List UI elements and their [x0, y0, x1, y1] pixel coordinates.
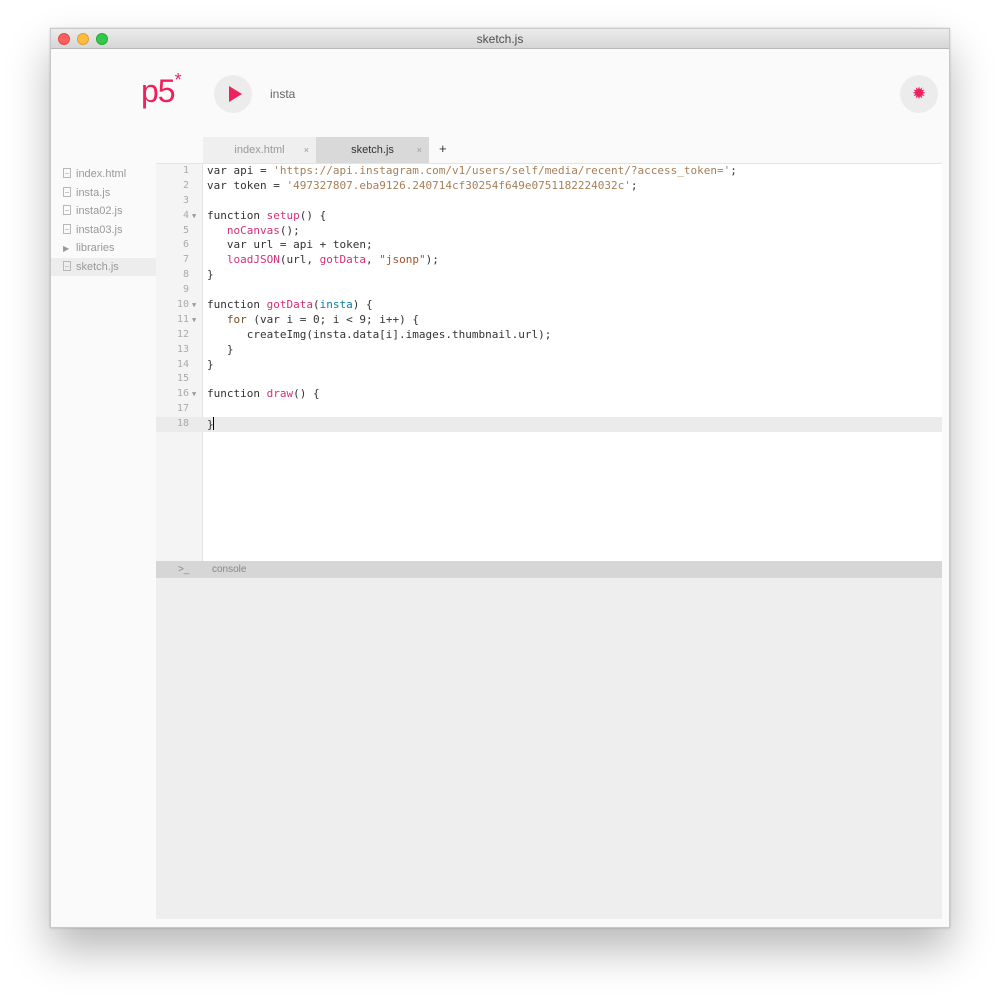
window-title: sketch.js [476, 32, 524, 46]
code-line[interactable]: 16 ▼ function draw() { [156, 387, 942, 402]
code-text: } [207, 268, 214, 282]
tab-close-icon[interactable]: × [417, 137, 422, 163]
code-text: var token = '497327807.eba9126.240714cf3… [207, 178, 638, 192]
tab-label: sketch.js [351, 144, 394, 156]
code-line[interactable]: 1 var api = 'https://api.instagram.com/v1… [156, 164, 942, 179]
gear-icon: ✹ [911, 84, 927, 103]
p5-logo: p5* [141, 70, 182, 110]
file-icon [63, 260, 71, 271]
fold-arrow-icon[interactable]: ▼ [192, 298, 196, 313]
sidebar-item-sketch-js[interactable]: sketch.js [51, 257, 156, 276]
sidebar-item-index-html[interactable]: index.html [51, 165, 156, 184]
code-line[interactable]: 12 createImg(insta.data[i].images.thumbn… [156, 328, 942, 343]
code-text: } [207, 357, 214, 371]
line-number: 5 [182, 224, 189, 236]
tab-label: index.html [234, 144, 285, 156]
line-number: 2 [182, 179, 189, 191]
line-number: 13 [176, 343, 189, 355]
text-cursor [212, 417, 214, 431]
line-number: 17 [176, 403, 189, 415]
app-window: sketch.js p5* insta ✹ index.html × sketc… [50, 28, 950, 928]
code-text: noCanvas(); [226, 223, 300, 237]
code-text: createImg(insta.data[i].images.thumbnail… [207, 327, 552, 341]
code-line[interactable]: 14} [156, 358, 942, 373]
console-prompt-icon: >_ [178, 564, 190, 575]
line-number: 6 [182, 239, 189, 251]
line-number: 14 [176, 358, 189, 370]
sidebar-item-label: insta03.js [76, 223, 123, 236]
tab-sketch-js[interactable]: sketch.js × [316, 137, 429, 163]
sidebar-item-label: insta.js [76, 186, 111, 199]
line-number: 9 [182, 284, 189, 296]
code-line[interactable]: 17 [156, 402, 942, 417]
title-bar[interactable]: sketch.js [51, 29, 949, 49]
console-header[interactable]: >_ console [156, 561, 942, 578]
code-text: loadJSON(url, gotData, "jsonp"); [226, 253, 439, 267]
project-name[interactable]: insta [270, 87, 295, 101]
line-number: 10 [176, 299, 189, 311]
code-line[interactable]: 3 [156, 194, 942, 209]
code-text: var url = api + token; [207, 238, 373, 252]
add-tab-button[interactable]: + [439, 141, 447, 156]
line-number: 15 [176, 373, 189, 385]
code-line[interactable]: 7 loadJSON(url, gotData, "jsonp"); [156, 253, 942, 268]
sidebar-item-label: libraries [76, 242, 115, 254]
code-line[interactable]: 13 } [156, 343, 942, 358]
fold-arrow-icon[interactable]: ▼ [192, 313, 196, 328]
line-number: 16 [176, 388, 189, 400]
fold-arrow-icon[interactable]: ▼ [192, 387, 196, 402]
line-number: 7 [182, 254, 189, 266]
sidebar-item-insta02-js[interactable]: insta02.js [51, 202, 156, 221]
line-number: 1 [182, 165, 189, 176]
code-text: } [207, 342, 234, 356]
file-icon [63, 205, 71, 215]
code-line[interactable]: 5 noCanvas(); [156, 224, 942, 239]
console-output[interactable] [156, 578, 942, 919]
code-text: function gotData(insta) { [207, 298, 373, 312]
line-number: 4 [182, 209, 189, 221]
file-icon [63, 168, 71, 178]
file-sidebar: index.html insta.js insta02.js insta03.j… [51, 165, 156, 276]
code-line[interactable]: 2 var token = '497327807.eba9126.240714cf… [156, 179, 942, 194]
line-number: 11 [176, 313, 189, 325]
code-line[interactable]: 15 [156, 372, 942, 387]
code-text: for (var i = 0; i < 9; i++) { [226, 312, 419, 326]
fold-arrow-icon[interactable]: ▼ [192, 209, 196, 224]
line-number: 12 [176, 328, 189, 340]
file-icon [63, 223, 71, 234]
code-text: function setup() { [207, 208, 327, 222]
code-line[interactable]: 10 ▼ function gotData(insta) { [156, 298, 942, 313]
line-number: 8 [182, 269, 189, 281]
sidebar-item-label: index.html [76, 168, 127, 180]
code-line[interactable]: 8} [156, 268, 942, 283]
tab-close-icon[interactable]: × [304, 137, 309, 163]
tab-index-html[interactable]: index.html × [203, 137, 316, 163]
settings-button[interactable]: ✹ [900, 75, 938, 113]
line-number: 3 [182, 194, 189, 206]
code-lines[interactable]: 1 var api = 'https://api.instagram.com/v1… [156, 164, 942, 433]
console-label: console [212, 564, 247, 575]
code-text: var api = 'https://api.instagram.com/v1/… [207, 164, 737, 177]
code-text: } [207, 417, 214, 432]
sidebar-item-libraries[interactable]: ▶ libraries [51, 239, 156, 258]
logo-star: * [174, 70, 182, 91]
sidebar-item-label: insta02.js [76, 205, 123, 217]
play-button[interactable] [214, 75, 252, 113]
folder-triangle-icon[interactable]: ▶ [63, 240, 71, 259]
code-line[interactable]: 4 ▼ function setup() { [156, 209, 942, 224]
code-line[interactable]: 11 ▼ for (var i = 0; i < 9; i++) { [156, 313, 942, 328]
code-line[interactable]: 9 [156, 283, 942, 298]
sidebar-item-label: sketch.js [76, 260, 119, 273]
sidebar-item-insta03-js[interactable]: insta03.js [51, 221, 156, 240]
code-text: function draw() { [207, 387, 320, 401]
code-line[interactable]: 6 var url = api + token; [156, 238, 942, 253]
logo-text: p5 [141, 73, 176, 109]
sidebar-item-insta-js[interactable]: insta.js [51, 184, 156, 203]
line-number: 18 [176, 418, 189, 430]
file-icon [63, 186, 71, 197]
code-line[interactable]: 18} [156, 417, 942, 433]
code-editor[interactable]: 1 var api = 'https://api.instagram.com/v1… [156, 163, 942, 561]
